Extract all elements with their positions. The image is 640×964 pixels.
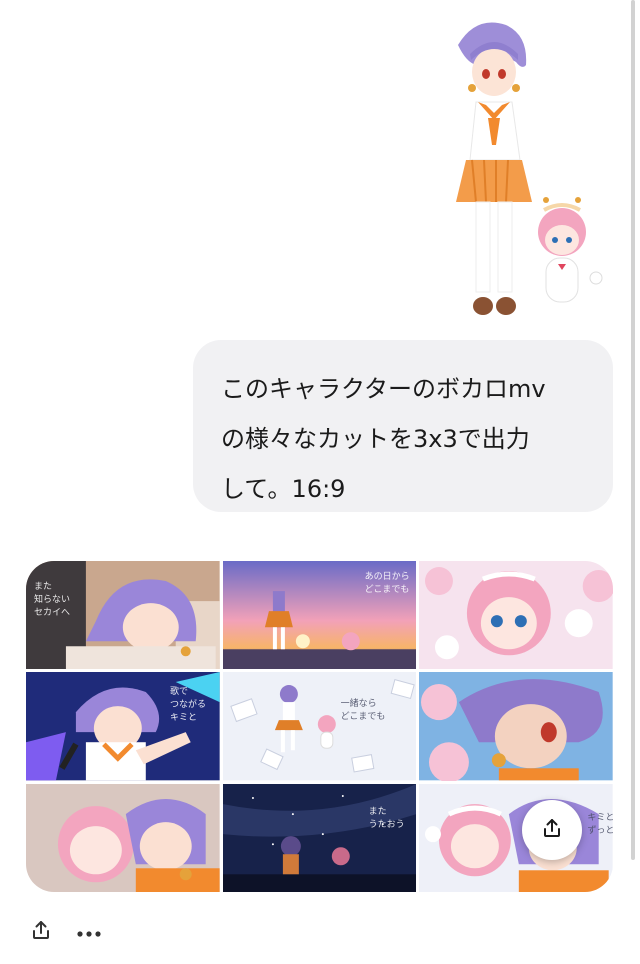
more-horizontal-icon <box>76 923 102 942</box>
user-message-text: このキャラクターのボカロmv の様々なカットを3x3で出力 して。16:9 <box>221 375 546 503</box>
cell-4-caption: 歌で つながる キミと <box>170 687 207 724</box>
cell-8-caption: また うたおう <box>368 806 405 830</box>
grid-cell-3 <box>419 561 613 670</box>
message-actions <box>26 917 104 947</box>
grid-cell-7 <box>26 783 220 892</box>
cell-2-caption: あの日から どこまでも <box>364 572 410 595</box>
share-button[interactable] <box>26 917 56 947</box>
share-icon <box>29 918 53 946</box>
grid-cell-5: 一緒なら どこまでも <box>222 672 417 781</box>
grid-cell-6 <box>419 672 613 781</box>
cell-9-caption: キミと ずっと <box>587 812 613 836</box>
cell-5-caption: 一緒なら どこまでも <box>340 699 386 723</box>
grid-cell-9: キミと ずっと <box>419 783 613 892</box>
cell-1-caption: また 知らない セカイへ <box>34 582 71 618</box>
share-icon <box>540 816 564 844</box>
grid-cell-2: あの日から どこまでも <box>222 561 417 670</box>
grid-cell-1: また 知らない セカイへ <box>26 561 220 670</box>
user-message-bubble: このキャラクターのボカロmv の様々なカットを3x3で出力 して。16:9 <box>193 340 613 512</box>
grid-cell-4: 歌で つながる キミと <box>26 672 220 781</box>
image-share-button[interactable] <box>522 800 582 860</box>
scrollbar[interactable] <box>631 0 635 860</box>
uploaded-reference-image[interactable] <box>436 10 612 325</box>
grid-cell-8: また うたおう <box>222 783 417 892</box>
more-options-button[interactable] <box>74 917 104 947</box>
